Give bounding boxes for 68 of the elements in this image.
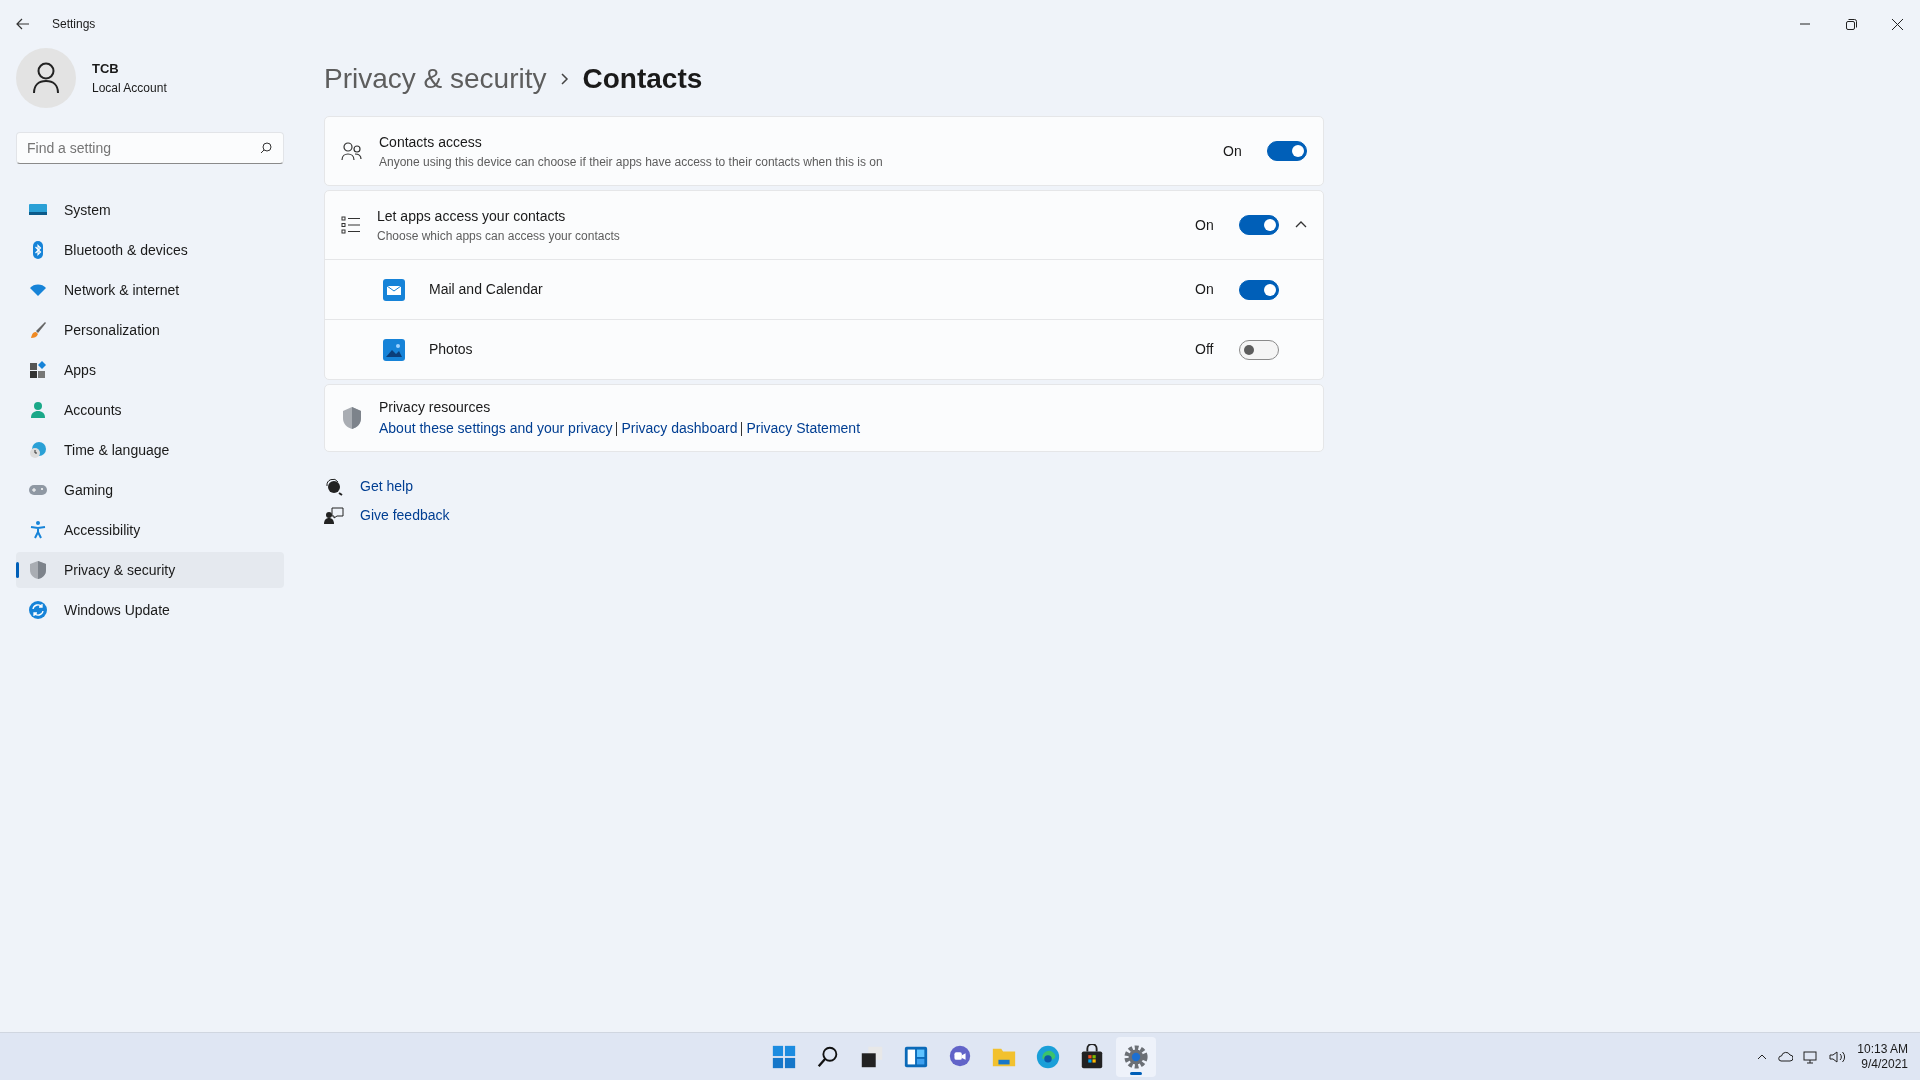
nav-item[interactable]: Accessibility: [16, 512, 284, 548]
feedback-icon: [324, 505, 344, 526]
setting-title: Let apps access your contacts: [377, 206, 567, 226]
privacy-link[interactable]: Privacy dashboard: [621, 418, 738, 439]
help-link[interactable]: Give feedback: [360, 505, 450, 526]
app-name: Photos: [429, 340, 474, 359]
toggle-switch[interactable]: [1267, 141, 1307, 161]
toggle-state-label: Off: [1195, 340, 1215, 359]
clock-date[interactable]: 9/4/2021: [1857, 1056, 1908, 1071]
page-title: Contacts: [582, 62, 703, 96]
nav-item[interactable]: Time & language: [16, 432, 284, 468]
toggle-state-label: On: [1195, 215, 1215, 235]
nav-item[interactable]: System: [16, 192, 284, 228]
store-icon: [1079, 1043, 1105, 1070]
help-link[interactable]: Get help: [360, 476, 413, 497]
window-title: Settings: [52, 16, 96, 33]
cloud-icon[interactable]: [1777, 1051, 1794, 1062]
sync-icon: [28, 600, 48, 620]
close-icon: [1891, 18, 1903, 30]
setting-description: Choose which apps can access your contacts: [377, 227, 621, 245]
privacy-link[interactable]: Privacy Statement: [746, 418, 861, 439]
person-icon: [28, 400, 48, 420]
search-field[interactable]: Find a setting: [16, 132, 284, 164]
shield-icon: [341, 406, 363, 430]
nav-item[interactable]: Bluetooth & devices: [16, 232, 284, 268]
breadcrumb-parent[interactable]: Privacy & security: [324, 58, 547, 100]
nav-item[interactable]: Privacy & security: [16, 552, 284, 588]
mail-icon: [383, 278, 405, 301]
app-name: Mail and Calendar: [429, 280, 544, 299]
nav-item[interactable]: Gaming: [16, 472, 284, 508]
nav-item[interactable]: Accounts: [16, 392, 284, 428]
speaker-icon[interactable]: [1829, 1049, 1848, 1064]
resources-title: Privacy resources: [379, 398, 492, 417]
search-icon: [260, 142, 272, 154]
apps-icon: [28, 360, 48, 380]
windows-icon: [771, 1043, 797, 1070]
toggle-switch[interactable]: [1239, 339, 1279, 360]
chevron-up-icon[interactable]: [1757, 1053, 1768, 1060]
network-icon[interactable]: [1803, 1049, 1820, 1064]
list-icon: [341, 216, 361, 234]
settings-icon: [1123, 1043, 1149, 1070]
nav-item[interactable]: Windows Update: [16, 592, 284, 628]
toggle-state-label: On: [1223, 141, 1243, 161]
brush-icon: [28, 320, 48, 340]
nav-item[interactable]: Network & internet: [16, 272, 284, 308]
toggle-switch[interactable]: [1239, 279, 1279, 300]
nav-item[interactable]: Apps: [16, 352, 284, 388]
chevron-icon: [560, 73, 569, 85]
people-icon: [341, 141, 363, 161]
setting-description: Anyone using this device can choose if their apps have access to their contacts when this is on: [379, 153, 884, 171]
toggle-switch[interactable]: [1239, 215, 1279, 235]
link-separator: [741, 421, 743, 436]
account-name: TCB: [92, 60, 120, 79]
help-icon: [324, 476, 344, 497]
toggle-state-label: On: [1195, 280, 1215, 299]
restore-icon: [1845, 18, 1857, 30]
photos-icon: [383, 338, 405, 361]
browser-icon: [1035, 1043, 1061, 1070]
accessibility-icon: [28, 520, 48, 540]
globe-clock-icon: [28, 440, 48, 460]
clock-time[interactable]: 10:13 AM: [1857, 1042, 1908, 1057]
back-icon[interactable]: [16, 18, 30, 30]
setting-title: Contacts access: [379, 132, 483, 152]
nav-item[interactable]: Personalization: [16, 312, 284, 348]
link-separator: [616, 421, 618, 436]
account-type: Local Account: [92, 79, 167, 97]
privacy-link[interactable]: About these settings and your privacy: [379, 418, 613, 439]
shield-icon: [28, 560, 48, 580]
